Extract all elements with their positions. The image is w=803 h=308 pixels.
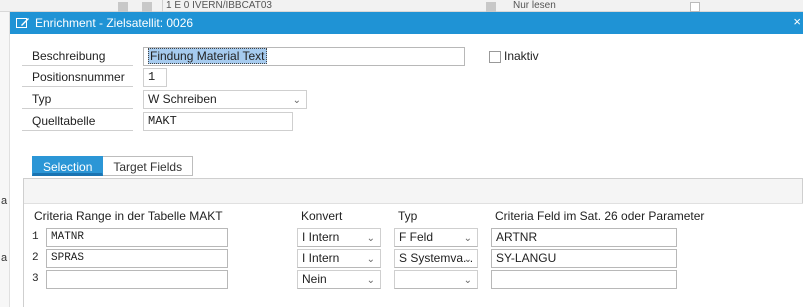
inaktiv-checkbox[interactable] (489, 51, 501, 63)
background-right-text: Nur lesen (513, 0, 556, 11)
typ-label: Typ (22, 90, 133, 109)
chevron-down-icon: ⌄ (463, 233, 472, 244)
konvert-select[interactable]: I Intern ⌄ (297, 228, 381, 247)
typ-select[interactable]: ⌄ (394, 270, 478, 289)
typ-select[interactable]: W Schreiben ⌄ (143, 90, 307, 109)
tab-selection[interactable]: Selection (32, 156, 104, 176)
background-checkbox (690, 2, 700, 12)
quelltabelle-row: Quelltabelle (22, 111, 133, 132)
quelltabelle-input[interactable]: MAKT (143, 112, 293, 131)
background-cell (118, 2, 128, 12)
row-number: 1 (32, 231, 39, 243)
header-typ: Typ (398, 209, 418, 223)
positionsnummer-label: Positionsnummer (22, 68, 133, 87)
header-criteria-feld: Criteria Feld im Sat. 26 oder Parameter (495, 209, 705, 223)
typ-select[interactable]: F Feld ⌄ (394, 228, 478, 247)
inaktiv-label: Inaktiv (504, 49, 539, 63)
dialog-titlebar: Enrichment - Zielsatellit: 0026 × (10, 12, 803, 34)
tab-target-fields[interactable]: Target Fields (103, 156, 194, 176)
quelltabelle-label: Quelltabelle (22, 112, 133, 131)
enrichment-dialog: Enrichment - Zielsatellit: 0026 × Beschr… (10, 12, 803, 308)
beschreibung-row: Beschreibung (22, 46, 133, 67)
chevron-down-icon: ⌄ (292, 95, 301, 106)
positionsnummer-row: Positionsnummer (22, 67, 133, 88)
konvert-value: I Intern (302, 251, 340, 265)
chevron-down-icon: ⌄ (366, 254, 375, 265)
table-row: 2 SPRAS I Intern ⌄ S Systemva... ⌄ SY-LA… (24, 249, 803, 270)
row-number: 2 (32, 252, 39, 264)
konvert-value: I Intern (302, 230, 340, 244)
criteria-range-input[interactable]: SPRAS (46, 249, 228, 268)
beschreibung-label: Beschreibung (22, 47, 133, 66)
header-criteria-range: Criteria Range in der Tabelle MAKT (34, 209, 223, 223)
beschreibung-value: Findung Material Text (148, 48, 267, 64)
dialog-title: Enrichment - Zielsatellit: 0026 (35, 16, 194, 30)
konvert-select[interactable]: Nein ⌄ (297, 270, 381, 289)
selection-table: Criteria Range in der Tabelle MAKT Konve… (24, 203, 803, 308)
typ-cell-value: F Feld (399, 230, 434, 244)
positionsnummer-input[interactable]: 1 (143, 68, 167, 87)
background-cell (142, 2, 152, 12)
konvert-value: Nein (302, 272, 327, 286)
background-text: 1 E 0 IVERN/IBBCAT03 (162, 0, 342, 12)
chevron-down-icon: ⌄ (463, 254, 472, 265)
criteria-feld-input[interactable]: ARTNR (491, 228, 677, 247)
typ-cell-value: S Systemva... (399, 251, 474, 265)
edit-document-icon (16, 17, 30, 29)
close-icon[interactable]: × (793, 15, 801, 29)
table-row: 3 Nein ⌄ ⌄ (24, 270, 803, 291)
background-letter: a (1, 252, 8, 264)
table-row: 1 MATNR I Intern ⌄ F Feld ⌄ ARTNR (24, 228, 803, 249)
tab-strip: Selection Target Fields (32, 156, 194, 178)
chevron-down-icon: ⌄ (366, 275, 375, 286)
typ-value: W Schreiben (148, 92, 217, 106)
background-window-strip: 1 E 0 IVERN/IBBCAT03 Nur lesen (0, 0, 803, 12)
chevron-down-icon: ⌄ (463, 275, 472, 286)
header-konvert: Konvert (301, 209, 343, 223)
konvert-select[interactable]: I Intern ⌄ (297, 249, 381, 268)
criteria-range-input[interactable] (46, 270, 228, 289)
chevron-down-icon: ⌄ (366, 233, 375, 244)
row-number: 3 (32, 273, 39, 285)
criteria-feld-input[interactable]: SY-LANGU (491, 249, 677, 268)
background-letter: a (1, 195, 8, 207)
selection-panel: Criteria Range in der Tabelle MAKT Konve… (23, 178, 803, 308)
beschreibung-input[interactable]: Findung Material Text (143, 47, 465, 66)
typ-row: Typ (22, 89, 133, 110)
criteria-feld-input[interactable] (491, 270, 677, 289)
background-cell (486, 2, 496, 12)
background-left-strip: a a (0, 12, 10, 307)
typ-select[interactable]: S Systemva... ⌄ (394, 249, 478, 268)
criteria-range-input[interactable]: MATNR (46, 228, 228, 247)
